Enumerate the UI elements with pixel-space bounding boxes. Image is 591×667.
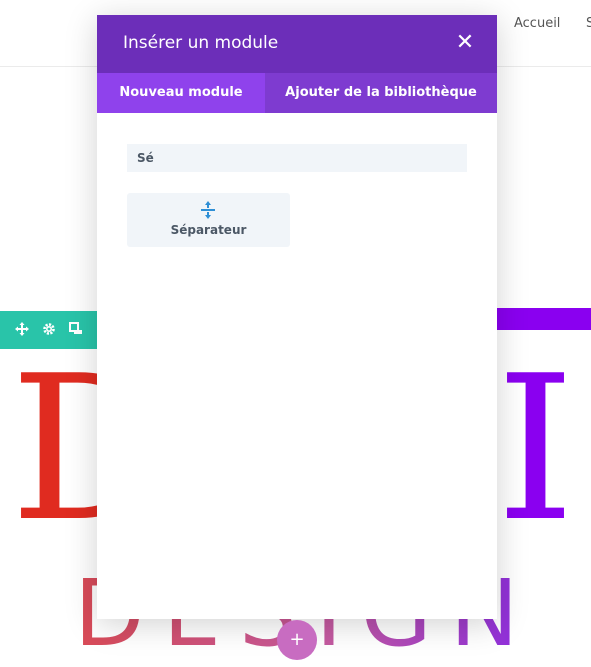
purple-decorative-bar bbox=[497, 308, 591, 330]
big-letter-i: I bbox=[496, 333, 576, 566]
modal-header: Insérer un module ✕ bbox=[97, 15, 497, 73]
close-icon[interactable]: ✕ bbox=[453, 29, 477, 57]
tab-new-module[interactable]: Nouveau module bbox=[97, 73, 265, 113]
nav-link-accueil[interactable]: Accueil bbox=[514, 16, 560, 31]
module-search-input[interactable] bbox=[127, 144, 467, 172]
add-module-button[interactable]: + bbox=[277, 620, 317, 660]
module-label: Séparateur bbox=[170, 223, 247, 237]
module-card-separateur[interactable]: Séparateur bbox=[127, 193, 290, 247]
insert-module-modal: Insérer un module ✕ Nouveau module Ajout… bbox=[97, 15, 497, 619]
divider-icon bbox=[201, 201, 215, 219]
nav-link-partial[interactable]: S bbox=[586, 16, 591, 31]
tab-add-from-library[interactable]: Ajouter de la bibliothèque bbox=[265, 73, 497, 113]
modal-tabs: Nouveau module Ajouter de la bibliothèqu… bbox=[97, 73, 497, 113]
modal-title: Insérer un module bbox=[123, 33, 279, 53]
